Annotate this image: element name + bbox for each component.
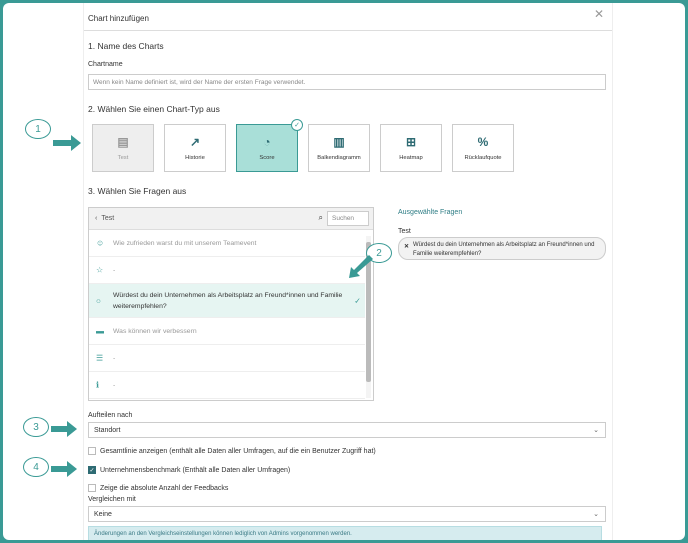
grid-icon: ⊞ xyxy=(405,135,417,149)
checkbox[interactable] xyxy=(88,484,96,492)
remove-icon[interactable]: ✕ xyxy=(404,243,409,252)
annotation-arrow-3 xyxy=(51,421,77,437)
text-line-icon: ▬ xyxy=(96,326,104,336)
split-select[interactable]: Standort ⌄ xyxy=(88,422,606,438)
checkbox-label: Zeige die absolute Anzahl der Feedbacks xyxy=(100,484,229,492)
question-row[interactable]: ☰ - xyxy=(89,345,365,372)
selected-question-chip: ✕ Würdest du dein Unternehmen als Arbeit… xyxy=(398,237,606,260)
chart-type-label: Rücklaufquote xyxy=(464,155,502,161)
question-row[interactable]: ☺ Wie zufrieden warst du mit unserem Tea… xyxy=(89,230,365,257)
question-text: Was können wir verbessern xyxy=(113,327,197,335)
check-icon: ✓ xyxy=(354,296,361,305)
chartname-input[interactable]: Wenn kein Name definiert ist, wird der N… xyxy=(88,74,606,90)
smiley-icon: ☺ xyxy=(96,238,105,248)
table-icon: ▤ xyxy=(117,135,129,149)
info-icon: ℹ xyxy=(96,380,100,390)
question-picker-header: ‹ Test ⌕ Suchen xyxy=(89,208,373,230)
star-icon: ☆ xyxy=(96,265,104,275)
checkbox-label: Unternehmensbenchmark (Enthält alle Date… xyxy=(100,466,291,474)
checkbox[interactable]: ✓ xyxy=(88,466,96,474)
chip-text: Würdest du dein Unternehmen als Arbeitsp… xyxy=(413,242,595,257)
list-icon: ☰ xyxy=(96,353,104,363)
compare-value: Keine xyxy=(94,510,112,518)
question-row-selected[interactable]: ○ Würdest du dein Unternehmen als Arbeit… xyxy=(89,284,365,318)
close-icon[interactable]: ✕ xyxy=(594,7,604,21)
chart-type-label: Historie xyxy=(185,155,205,161)
chart-type-heatmap[interactable]: ⊞ Heatmap xyxy=(380,124,442,172)
chart-type-score[interactable]: ✓ ◔ Score xyxy=(236,119,303,172)
checkbox-label: Gesamtlinie anzeigen (enthält alle Daten… xyxy=(100,447,376,455)
split-label: Aufteilen nach xyxy=(88,412,133,419)
annotation-arrow-2 xyxy=(349,255,373,278)
question-row[interactable]: ▬ Was können wir verbessern xyxy=(89,318,365,345)
chevron-down-icon: ⌄ xyxy=(593,511,599,518)
divider xyxy=(84,30,612,31)
compare-label: Vergleichen mit xyxy=(88,496,136,503)
split-value: Standort xyxy=(94,426,121,434)
annotation-marker-4: 4 xyxy=(23,457,49,477)
question-text: - xyxy=(113,266,116,274)
question-picker: ‹ Test ⌕ Suchen ☺ Wie zufrieden warst du… xyxy=(88,207,374,401)
selected-group-label: Test xyxy=(398,228,411,235)
checkbox-benchmark[interactable]: ✓ Unternehmensbenchmark (Enthält alle Da… xyxy=(88,466,290,474)
checkbox[interactable] xyxy=(88,447,96,455)
annotation-arrow-4 xyxy=(51,461,77,477)
percent-icon: % xyxy=(477,135,489,149)
question-text: Würdest du dein Unternehmen als Arbeitsp… xyxy=(113,291,343,310)
search-icon: ⌕ xyxy=(318,213,323,222)
gauge-icon: ◔ xyxy=(263,135,271,149)
trend-chart-icon: ↗ xyxy=(189,135,201,149)
annotation-marker-1: 1 xyxy=(25,119,51,139)
question-text: - xyxy=(113,354,116,362)
checkbox-gesamtlinie[interactable]: Gesamtlinie anzeigen (enthält alle Daten… xyxy=(88,447,376,455)
chart-type-test[interactable]: ▤ Test xyxy=(92,124,154,172)
section-name-heading: 1. Name des Charts xyxy=(88,41,164,51)
question-text: Wie zufrieden warst du mit unserem Teame… xyxy=(113,239,257,247)
back-chevron-icon[interactable]: ‹ xyxy=(95,215,97,222)
compare-select[interactable]: Keine ⌄ xyxy=(88,506,606,522)
bar-chart-icon: ▥ xyxy=(333,135,345,149)
chart-type-label: Test xyxy=(117,155,129,161)
screenshot-frame: Chart hinzufügen ✕ 1. Name des Charts Ch… xyxy=(3,3,685,540)
circle-icon: ○ xyxy=(96,296,101,305)
chevron-down-icon: ⌄ xyxy=(593,427,599,434)
chart-type-label: Heatmap xyxy=(399,155,423,161)
chart-type-label: Balkendiagramm xyxy=(317,155,361,161)
chart-type-balkendiagramm[interactable]: ▥ Balkendiagramm xyxy=(308,124,370,172)
check-icon: ✓ xyxy=(291,119,303,131)
selected-questions-heading: Ausgewählte Fragen xyxy=(398,209,463,216)
survey-name: Test xyxy=(101,215,115,222)
section-type-heading: 2. Wählen Sie einen Chart-Typ aus xyxy=(88,104,220,114)
annotation-marker-3: 3 xyxy=(23,417,49,437)
dialog-title: Chart hinzufügen xyxy=(88,14,149,23)
section-questions-heading: 3. Wählen Sie Fragen aus xyxy=(88,186,187,196)
question-search-input[interactable]: Suchen xyxy=(327,211,369,226)
chart-type-historie[interactable]: ↗ Historie xyxy=(164,124,226,172)
question-row[interactable]: ☆ - xyxy=(89,257,365,284)
annotation-arrow-1 xyxy=(53,135,81,151)
admin-info-banner: Änderungen an den Vergleichseinstellunge… xyxy=(88,526,602,540)
chart-type-ruecklaufquote[interactable]: % Rücklaufquote xyxy=(452,124,514,172)
checkbox-absolute-count[interactable]: Zeige die absolute Anzahl der Feedbacks xyxy=(88,484,228,492)
question-row[interactable]: ℹ - xyxy=(89,372,365,399)
chart-type-label: Score xyxy=(259,155,275,161)
chartname-label: Chartname xyxy=(88,61,123,68)
question-text: - xyxy=(113,381,116,389)
